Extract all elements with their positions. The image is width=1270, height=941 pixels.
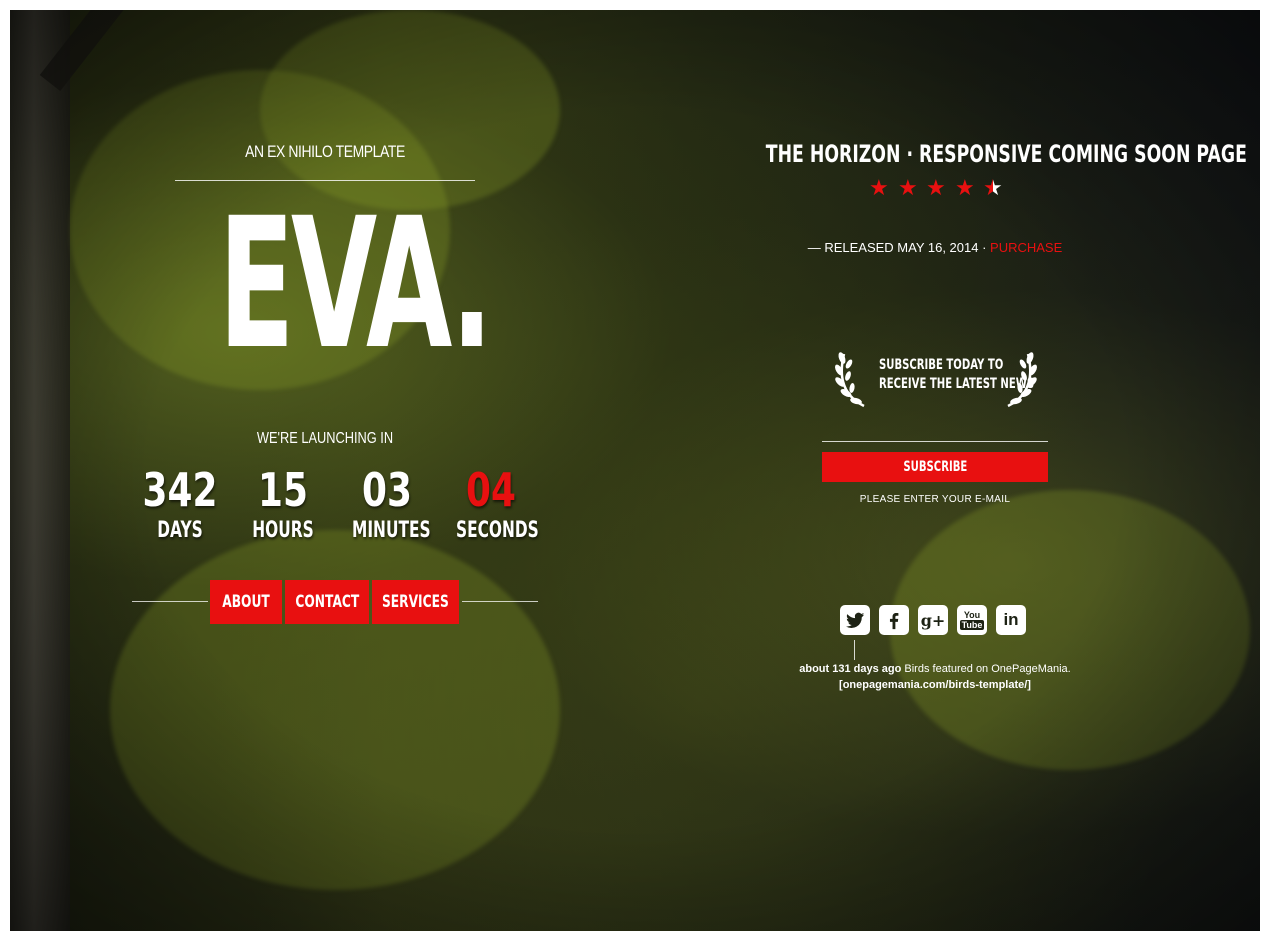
tweet-text: Birds featured on OnePageMania. — [901, 663, 1071, 675]
subscribe-headline: SUBSCRIBE TODAY TO RECEIVE THE LATEST NE… — [879, 356, 1035, 394]
subscribe-button-label: SUBSCRIBE — [903, 459, 967, 475]
nav-divider-right — [462, 601, 538, 602]
launch-label: WE'RE LAUNCHING IN — [256, 430, 394, 447]
google-plus-icon[interactable]: g+ — [918, 605, 948, 635]
twitter-icon[interactable] — [840, 605, 870, 635]
star-half-icon: ★ — [983, 175, 1003, 200]
template-kicker: AN EX NIHILO TEMPLATE — [245, 142, 405, 161]
facebook-icon[interactable] — [879, 605, 909, 635]
countdown-value: 03 — [362, 463, 412, 517]
star-icon: ★ — [869, 175, 889, 200]
email-field-underline — [822, 441, 1048, 442]
nav-about-button[interactable]: ABOUT — [210, 580, 282, 624]
nav-contact-button[interactable]: CONTACT — [285, 580, 369, 624]
countdown-label: SECONDS — [456, 518, 539, 543]
tree-trunk-decoration — [10, 10, 70, 931]
release-info: — RELEASED MAY 16, 2014 · PURCHASE — [760, 240, 1110, 255]
countdown-days: 342 DAYS — [130, 462, 230, 544]
brand-title: EVA. — [218, 180, 493, 389]
laurel-left-icon — [835, 352, 865, 408]
countdown-hours: 15 HOURS — [233, 462, 333, 544]
tweet-link[interactable]: [onepagemania.com/birds-template/] — [839, 679, 1031, 691]
purchase-link[interactable]: PURCHASE — [990, 240, 1062, 255]
countdown-seconds: 04 SECONDS — [441, 462, 541, 544]
social-links: g+ You Tube in — [838, 605, 1038, 637]
subscribe-button[interactable]: SUBSCRIBE — [822, 452, 1048, 482]
countdown-value: 04 — [466, 463, 516, 517]
star-icon: ★ — [898, 175, 918, 200]
star-icon: ★ — [926, 175, 946, 200]
email-field[interactable] — [822, 410, 1048, 440]
subscribe-headline-line2: RECEIVE THE LATEST NEWS — [879, 376, 1035, 392]
countdown: 342 DAYS 15 HOURS 03 MINUTES 04 SECONDS — [120, 462, 540, 562]
nav-services-label: SERVICES — [382, 592, 449, 612]
subscribe-headline-line1: SUBSCRIBE TODAY TO — [879, 357, 1004, 373]
release-date: — RELEASED MAY 16, 2014 · — [807, 240, 991, 255]
star-icon: ★ — [955, 175, 975, 200]
main-nav: ABOUT CONTACT SERVICES — [122, 580, 538, 626]
countdown-label: DAYS — [157, 518, 203, 543]
linkedin-icon[interactable]: in — [996, 605, 1026, 635]
nav-divider-left — [132, 601, 208, 602]
nav-about-label: ABOUT — [222, 592, 270, 612]
countdown-value: 342 — [142, 463, 218, 517]
countdown-value: 15 — [258, 463, 308, 517]
nav-contact-label: CONTACT — [295, 592, 359, 612]
countdown-minutes: 03 MINUTES — [337, 462, 437, 544]
tweet-time: about 131 days ago — [799, 663, 902, 675]
rating-stars: ★ ★ ★ ★ ★ — [855, 175, 1005, 201]
latest-tweet: about 131 days ago Birds featured on One… — [760, 661, 1110, 693]
email-hint: PLEASE ENTER YOUR E-MAIL — [859, 494, 1011, 505]
tweet-connector — [854, 640, 855, 660]
youtube-icon[interactable]: You Tube — [957, 605, 987, 635]
countdown-label: HOURS — [252, 518, 314, 543]
product-title: THE HORIZON · RESPONSIVE COMING SOON PAG… — [765, 140, 1247, 168]
countdown-label: MINUTES — [352, 518, 431, 543]
nav-services-button[interactable]: SERVICES — [372, 580, 459, 624]
